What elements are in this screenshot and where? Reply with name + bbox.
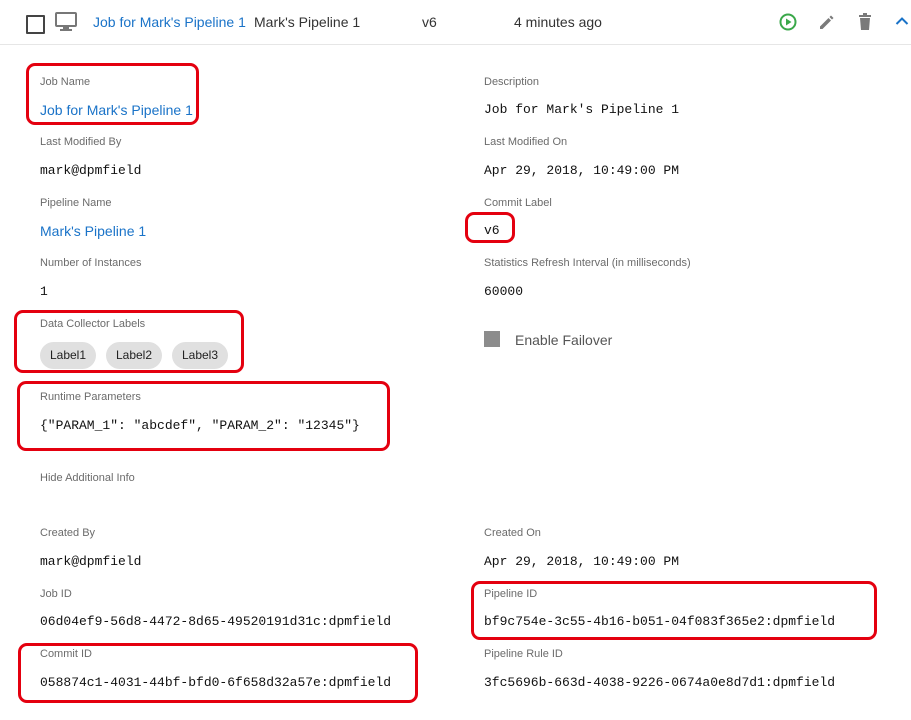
job-name-link[interactable]: Job for Mark's Pipeline 1 [93,14,246,30]
last-modified-on-label: Last Modified On [484,136,568,148]
highlight-box [14,310,244,373]
description-label: Description [484,76,540,88]
chevron-up-icon[interactable] [895,16,909,26]
description-value: Job for Mark's Pipeline 1 [484,102,680,117]
hide-additional-info-link[interactable]: Hide Additional Info [40,472,135,484]
highlight-box [471,581,877,640]
job-id-value: 06d04ef9-56d8-4472-8d65-49520191d31c:dpm… [40,614,392,629]
pencil-icon[interactable] [818,13,836,31]
created-on-value: Apr 29, 2018, 10:49:00 PM [484,554,680,569]
created-by-label: Created By [40,527,96,539]
stats-refresh-value: 60000 [484,284,524,299]
highlight-box [26,63,199,125]
pipeline-rule-id-label: Pipeline Rule ID [484,648,563,660]
version-label: v6 [422,14,437,30]
last-modified-by-value: mark@dpmfield [40,163,142,178]
select-checkbox[interactable] [26,15,45,34]
highlight-box [18,643,418,703]
pipeline-name: Mark's Pipeline 1 [254,14,361,30]
pipeline-name-label: Pipeline Name [40,197,112,209]
monitor-icon [55,12,77,31]
last-modified-by-label: Last Modified By [40,136,122,148]
pipeline-name-value[interactable]: Mark's Pipeline 1 [40,223,146,239]
pipeline-rule-id-value: 3fc5696b-663d-4038-9226-0674a0e8d7d1:dpm… [484,675,836,690]
created-on-label: Created On [484,527,541,539]
num-instances-value: 1 [40,284,48,299]
highlight-box [17,381,390,451]
last-modified-on-value: Apr 29, 2018, 10:49:00 PM [484,163,680,178]
trash-icon[interactable] [857,13,873,31]
enable-failover-checkbox[interactable] [484,331,500,347]
stats-refresh-label: Statistics Refresh Interval (in millisec… [484,257,691,269]
commit-label-label: Commit Label [484,197,552,209]
job-id-label: Job ID [40,588,72,600]
num-instances-label: Number of Instances [40,257,142,269]
job-row-header: Job for Mark's Pipeline 1 Mark's Pipelin… [0,0,911,45]
created-by-value: mark@dpmfield [40,554,142,569]
play-circle-icon[interactable] [779,13,797,31]
last-modified-time: 4 minutes ago [514,14,602,30]
highlight-box [465,212,515,243]
enable-failover-label: Enable Failover [515,332,613,348]
